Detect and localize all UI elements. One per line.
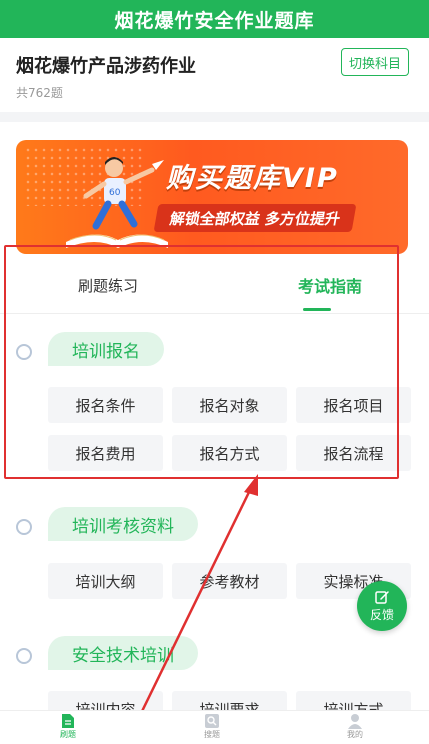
student-illustration-icon: 60 bbox=[66, 157, 168, 248]
banner-badge: 60 bbox=[109, 188, 121, 198]
feedback-button[interactable]: 反馈 bbox=[357, 581, 407, 631]
subject-card: 烟花爆竹产品涉药作业 共762题 切换科目 bbox=[0, 38, 429, 112]
edit-icon bbox=[375, 591, 389, 604]
user-icon bbox=[348, 714, 362, 729]
guide-item[interactable]: 培训大纲 bbox=[48, 563, 163, 599]
nav-label: 搜题 bbox=[204, 730, 220, 739]
switch-subject-button[interactable]: 切换科目 bbox=[341, 48, 409, 76]
vip-banner[interactable]: 60 购买题库VIP 解锁全部权益 多方位提升 bbox=[16, 140, 408, 254]
nav-item-profile[interactable]: 我的 bbox=[325, 713, 385, 740]
app-title-bar: 烟花爆竹安全作业题库 bbox=[0, 0, 429, 38]
nav-label: 我的 bbox=[347, 730, 363, 739]
nav-item-practice[interactable]: 刷题 bbox=[38, 713, 98, 740]
feedback-label: 反馈 bbox=[369, 608, 394, 622]
question-count: 共762题 bbox=[16, 86, 63, 100]
section-bullet-icon bbox=[16, 519, 32, 535]
document-icon bbox=[62, 714, 74, 728]
section-title: 培训考核资料 bbox=[48, 507, 198, 541]
nav-label: 刷题 bbox=[60, 730, 76, 739]
search-icon bbox=[205, 714, 219, 728]
app-title: 烟花爆竹安全作业题库 bbox=[114, 9, 315, 32]
nav-item-search[interactable]: 搜题 bbox=[182, 713, 242, 740]
banner-title: 购买题库VIP bbox=[166, 163, 339, 194]
section-title: 安全技术培训 bbox=[48, 636, 198, 670]
banner-subtitle: 解锁全部权益 多方位提升 bbox=[153, 204, 357, 232]
section-bullet-icon bbox=[16, 648, 32, 664]
subject-title: 烟花爆竹产品涉药作业 bbox=[16, 56, 196, 77]
annotation-highlight-box bbox=[4, 245, 399, 479]
guide-item[interactable]: 参考教材 bbox=[172, 563, 287, 599]
bottom-nav: 刷题 搜题 我的 bbox=[0, 710, 429, 744]
